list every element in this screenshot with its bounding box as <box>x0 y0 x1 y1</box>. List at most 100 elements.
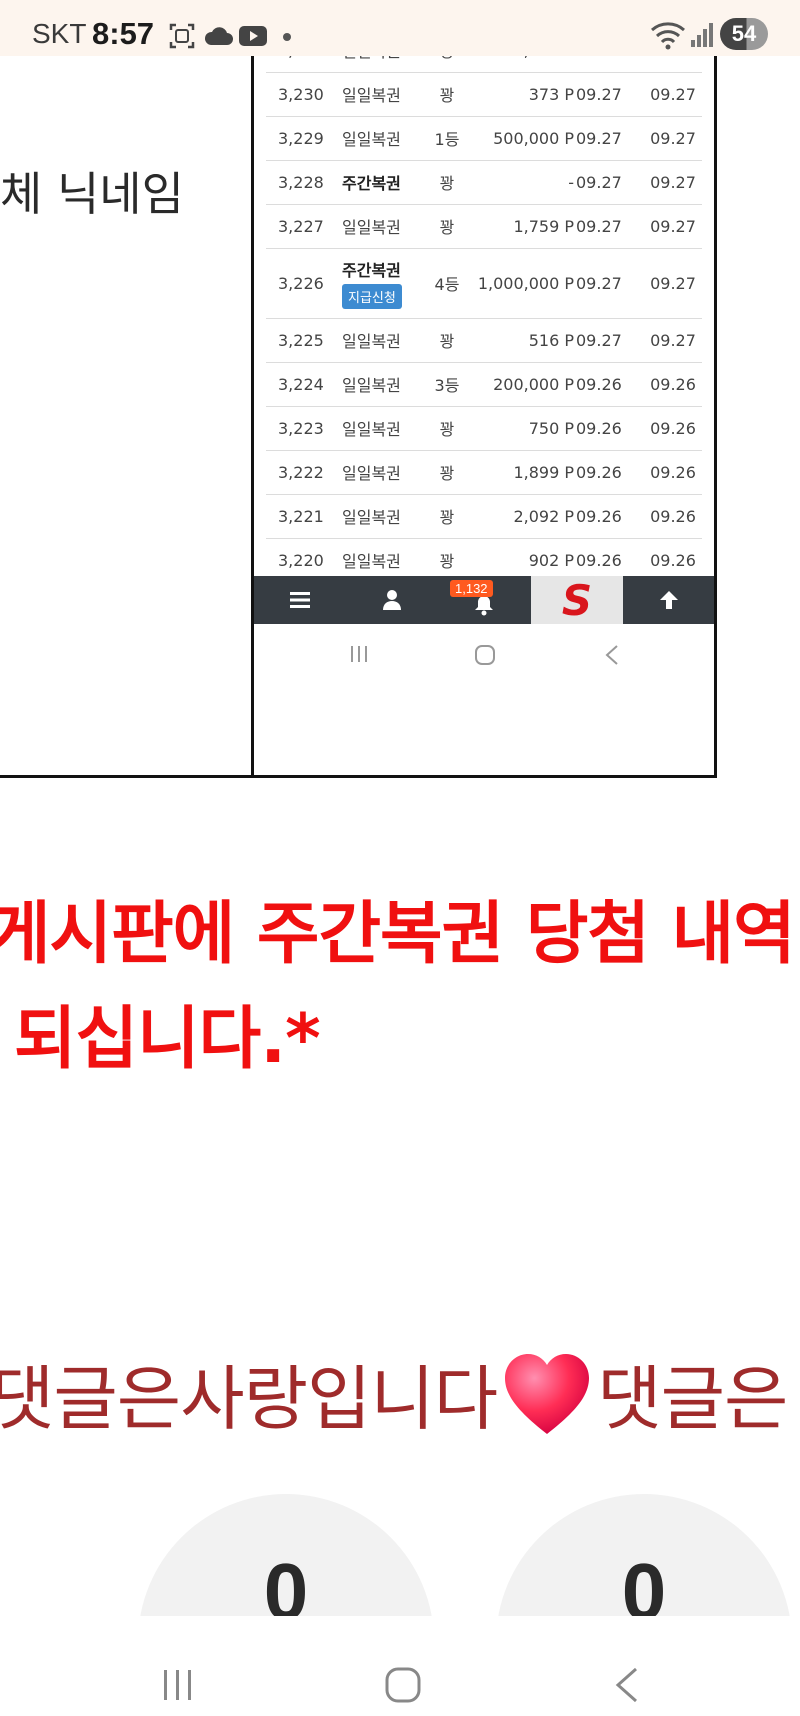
lottery-type: 주간복권 <box>342 160 416 204</box>
screen: SKT 8:57 54 체 닉네임 3,231 <box>0 0 800 1716</box>
draw-date: 09.27 <box>576 56 626 72</box>
lottery-type: 일일복권 <box>342 72 416 116</box>
table-row[interactable]: 3,228 주간복권 꽝 -09.27 09.27 <box>266 160 702 205</box>
draw-date: 09.27 <box>576 273 622 293</box>
table-row[interactable]: 3,229 일일복권 1등 500,000 P 09.27 09.27 <box>266 116 702 161</box>
bell-icon <box>475 596 493 616</box>
payout-request-badge[interactable]: 지급신청 <box>342 284 402 309</box>
lottery-type: 일일복권 <box>342 204 416 248</box>
menu-button[interactable] <box>254 576 346 624</box>
draw-date: 09.27 <box>576 128 622 148</box>
row-number: 3,221 <box>278 506 324 526</box>
home-button[interactable] <box>384 1666 422 1704</box>
confirm-date: 09.27 <box>650 216 696 236</box>
notification-count-badge: 1,132 <box>450 580 493 597</box>
confirm-date: 09.27 <box>650 172 696 192</box>
confirm-date: 09.26 <box>650 506 696 526</box>
draw-date: 09.26 <box>576 374 622 394</box>
lottery-type: 일일복권 <box>342 56 416 72</box>
scroll-top-button[interactable] <box>623 576 714 624</box>
lottery-type: 일일복권 <box>342 450 416 494</box>
lottery-type: 일일복권 <box>342 406 416 450</box>
love-text-right: 댓글은 <box>597 1358 788 1440</box>
confirm-date: 09.27 <box>650 330 696 350</box>
lottery-type-label: 일일복권 <box>342 376 401 395</box>
lottery-type-label: 일일복권 <box>342 56 401 62</box>
prize-rank: 꽝 <box>439 332 455 351</box>
row-number: 3,225 <box>278 330 324 350</box>
prize-rank: 꽝 <box>430 56 464 72</box>
back-icon <box>605 645 618 665</box>
back-button[interactable] <box>614 1666 640 1704</box>
home-icon <box>475 645 495 665</box>
prize-points: 1,000,000 P <box>477 273 574 293</box>
table-row[interactable]: 3,224 일일복권 3등 200,000 P 09.26 09.26 <box>266 362 702 407</box>
prize-points: 373 P <box>528 84 574 104</box>
draw-date: 09.27 <box>576 172 622 192</box>
lottery-type: 일일복권 <box>342 318 416 362</box>
embedded-screenshot: 3,231일일복권꽝1,343 P09.2709.273,230일일복권꽝373… <box>254 56 714 775</box>
table-row[interactable]: 3,225 일일복권 꽝 516 P 09.27 09.27 <box>266 318 702 363</box>
lottery-type: 주간복권지급신청 <box>342 248 416 318</box>
embedded-system-nav <box>254 624 714 680</box>
prize-rank: 꽝 <box>439 86 455 105</box>
lottery-type-label: 일일복권 <box>342 420 401 439</box>
user-icon <box>383 590 401 610</box>
prize-rank: 꽝 <box>439 218 455 237</box>
row-number: 3,230 <box>278 84 324 104</box>
heart-icon <box>505 1353 590 1434</box>
row-number: 3,229 <box>278 128 324 148</box>
youtube-icon <box>239 26 267 46</box>
wifi-icon <box>651 22 685 50</box>
draw-date: 09.27 <box>576 216 622 236</box>
logo-letter: S <box>562 579 592 621</box>
notice-line-2: 되십니다.* <box>14 1000 321 1079</box>
row-number: 3,231 <box>278 56 330 72</box>
lottery-type-label: 일일복권 <box>342 130 401 149</box>
prize-points: 500,000 P <box>493 128 574 148</box>
table-row[interactable]: 3,226 주간복권 지급신청 4등 1,000,000 P 09.27 09.27 <box>266 248 702 319</box>
comment-love-line: 댓글은사랑입니다 댓글은 <box>0 1343 788 1444</box>
draw-date: 09.26 <box>576 462 622 482</box>
profile-button[interactable] <box>346 576 438 624</box>
carrier-label: SKT <box>32 18 87 49</box>
prize-points: 200,000 P <box>493 374 574 394</box>
status-bar: SKT 8:57 54 <box>0 0 800 56</box>
bottom-nav-bar: 1,132 S <box>254 576 714 624</box>
prize-rank: 꽝 <box>439 420 455 439</box>
recent-apps-icon <box>351 646 367 662</box>
confirm-date: 09.27 <box>648 56 698 72</box>
table-row[interactable]: 3,222 일일복권 꽝 1,899 P 09.26 09.26 <box>266 450 702 495</box>
love-text-left: 댓글은사랑입니다 <box>0 1358 498 1440</box>
notification-dot <box>283 33 291 41</box>
table-row[interactable]: 3,231일일복권꽝1,343 P09.2709.27 <box>266 56 702 73</box>
table-row[interactable]: 3,227 일일복권 꽝 1,759 P 09.27 09.27 <box>266 204 702 249</box>
row-number: 3,223 <box>278 418 324 438</box>
lottery-type-label: 일일복권 <box>342 464 401 483</box>
battery-indicator: 54 <box>720 18 768 50</box>
nickname-text: 체 닉네임 <box>0 167 184 221</box>
lottery-type-label: 주간복권 <box>342 261 401 280</box>
confirm-date: 09.27 <box>650 128 696 148</box>
recent-apps-button[interactable] <box>160 1668 196 1702</box>
table-row[interactable]: 3,221 일일복권 꽝 2,092 P 09.26 09.26 <box>266 494 702 539</box>
prize-points: - <box>568 172 574 192</box>
confirm-date: 09.27 <box>650 84 696 104</box>
table-row[interactable]: 3,223 일일복권 꽝 750 P 09.26 09.26 <box>266 406 702 451</box>
site-logo-button[interactable]: S <box>531 576 623 624</box>
lottery-type: 일일복권 <box>342 494 416 538</box>
confirm-date: 09.26 <box>650 418 696 438</box>
table-row[interactable]: 3,230 일일복권 꽝 373 P 09.27 09.27 <box>266 72 702 117</box>
clock: 8:57 <box>92 16 155 51</box>
prize-rank: 꽝 <box>439 174 455 193</box>
prize-points: 2,092 P <box>513 506 574 526</box>
prize-points: 516 P <box>528 330 574 350</box>
draw-date: 09.27 <box>576 330 622 350</box>
notice-line-1: 게시판에 주간복권 당첨 내역 <box>0 895 796 974</box>
lottery-type: 일일복권 <box>342 116 416 160</box>
confirm-date: 09.27 <box>650 273 696 293</box>
lottery-type-label: 일일복권 <box>342 86 401 105</box>
prize-rank: 꽝 <box>439 464 455 483</box>
draw-date: 09.27 <box>576 84 622 104</box>
lottery-type-label: 일일복권 <box>342 508 401 527</box>
